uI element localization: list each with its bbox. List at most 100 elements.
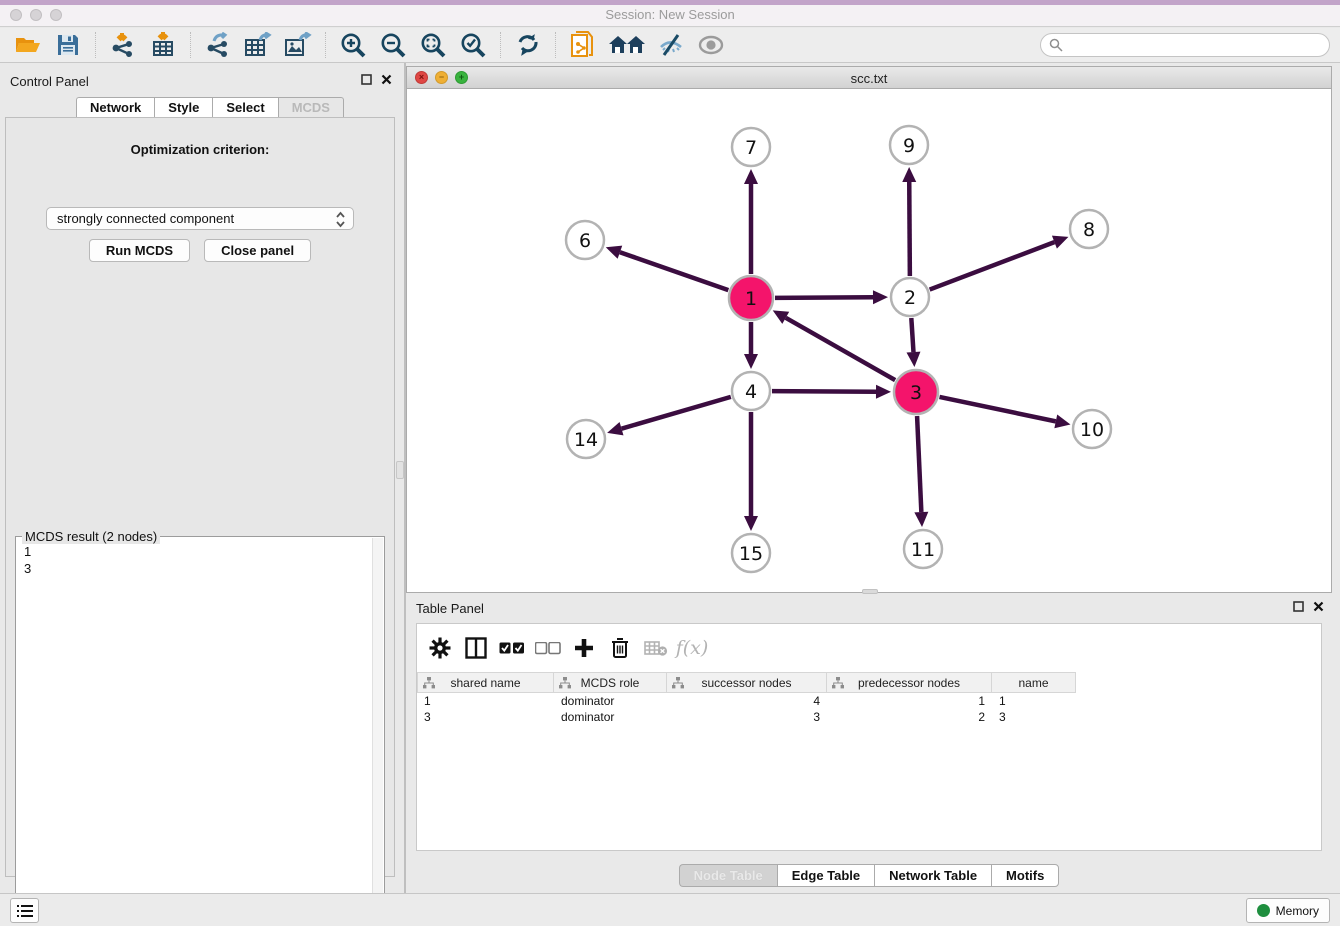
arrowhead-icon [607,422,623,435]
edge-2-3[interactable] [911,318,913,352]
network-window-titlebar[interactable]: × − + scc.txt [407,67,1331,89]
deselect-all-icon[interactable] [533,633,563,663]
table-cell[interactable]: 3 [992,709,1076,725]
hide-annotations-icon[interactable] [654,30,688,60]
search-box[interactable] [1040,33,1330,57]
memory-button[interactable]: Memory [1246,898,1330,923]
chevron-updown-icon [335,211,346,231]
run-mcds-button[interactable]: Run MCDS [89,239,190,262]
column-header-MCDS-role[interactable]: MCDS role [554,672,667,693]
table-row[interactable]: 3dominator323 [417,709,1321,725]
network-view-window: × − + scc.txt 7 9 6 8 1 2 4 3 14 10 15 11 [406,66,1332,593]
graph-node-6[interactable]: 6 [566,221,604,259]
tab-network[interactable]: Network [76,97,154,118]
gear-icon[interactable] [425,633,455,663]
graph-node-3[interactable]: 3 [894,370,938,414]
close-panel-icon[interactable] [381,74,392,85]
control-panel-title: Control Panel [10,74,89,89]
tab-select[interactable]: Select [212,97,277,118]
edge-3-1[interactable] [786,318,895,380]
graph-node-8[interactable]: 8 [1070,210,1108,248]
edge-3-11[interactable] [917,416,921,512]
float-panel-icon[interactable] [1293,601,1304,612]
close-panel-button[interactable]: Close panel [204,239,311,262]
export-network-icon[interactable] [201,30,235,60]
import-network-icon[interactable] [106,30,140,60]
graph-node-11[interactable]: 11 [904,530,942,568]
node-table-container: f(x) shared nameMCDS rolesuccessor nodes… [416,623,1322,851]
apply-layout-icon[interactable] [511,30,545,60]
optimization-criterion-dropdown[interactable]: strongly connected component [46,207,354,230]
svg-text:4: 4 [745,381,757,403]
svg-text:10: 10 [1080,419,1104,441]
graph-node-15[interactable]: 15 [732,534,770,572]
edge-2-8[interactable] [930,242,1055,289]
table-cell[interactable]: dominator [554,693,667,709]
result-scrollbar[interactable] [372,538,383,906]
edge-1-6[interactable] [620,252,728,290]
table-cell[interactable]: dominator [554,709,667,725]
open-session-icon[interactable] [11,30,45,60]
table-cell[interactable]: 1 [827,693,992,709]
table-cell[interactable]: 2 [827,709,992,725]
table-cell[interactable]: 4 [667,693,827,709]
zoom-in-icon[interactable] [336,30,370,60]
main-toolbar [0,28,1340,63]
table-cell[interactable]: 1 [417,693,554,709]
table-cell[interactable]: 1 [992,693,1076,709]
import-table-icon[interactable] [146,30,180,60]
tab-node-table[interactable]: Node Table [679,864,777,887]
edge-3-10[interactable] [939,397,1055,421]
column-header-predecessor-nodes[interactable]: predecessor nodes [827,672,992,693]
show-annotations-icon[interactable] [694,30,728,60]
tab-mcds[interactable]: MCDS [278,97,344,118]
network-canvas[interactable]: 7 9 6 8 1 2 4 3 14 10 15 11 [407,89,1331,592]
delete-icon[interactable] [605,633,635,663]
edge-4-14[interactable] [622,397,731,429]
clone-network-icon[interactable] [566,30,600,60]
tree-icon [672,677,684,689]
network-resize-grip[interactable] [862,589,878,594]
edge-2-9[interactable] [909,182,910,276]
export-image-icon[interactable] [281,30,315,60]
graph-node-1[interactable]: 1 [729,276,773,320]
column-header-name[interactable]: name [992,672,1076,693]
graph-node-14[interactable]: 14 [567,420,605,458]
graph-node-10[interactable]: 10 [1073,410,1111,448]
add-column-icon[interactable] [569,633,599,663]
edge-4-3[interactable] [772,391,876,392]
column-header-successor-nodes[interactable]: successor nodes [667,672,827,693]
toolbar-separator [190,32,191,58]
graph-node-2[interactable]: 2 [891,278,929,316]
select-all-icon[interactable] [497,633,527,663]
close-panel-icon[interactable] [1313,601,1324,612]
save-session-icon[interactable] [51,30,85,60]
table-cell[interactable]: 3 [417,709,554,725]
zoom-fit-icon[interactable] [416,30,450,60]
table-row[interactable]: 1dominator411 [417,693,1321,709]
split-view-icon[interactable] [461,633,491,663]
zoom-selected-icon[interactable] [456,30,490,60]
graph-node-9[interactable]: 9 [890,126,928,164]
graph-node-4[interactable]: 4 [732,372,770,410]
home-icon[interactable] [606,30,648,60]
function-builder-icon[interactable]: f(x) [677,633,707,663]
tab-edge-table[interactable]: Edge Table [777,864,874,887]
delete-table-icon[interactable] [641,633,671,663]
table-cell[interactable]: 3 [667,709,827,725]
toolbar-separator [325,32,326,58]
svg-text:15: 15 [739,543,763,565]
float-panel-icon[interactable] [361,74,372,85]
tab-network-table[interactable]: Network Table [874,864,991,887]
graph-node-7[interactable]: 7 [732,128,770,166]
node-table: shared nameMCDS rolesuccessor nodesprede… [417,672,1321,725]
search-input[interactable] [1067,36,1329,54]
column-header-shared-name[interactable]: shared name [417,672,554,693]
export-table-icon[interactable] [241,30,275,60]
task-history-button[interactable] [10,898,39,923]
zoom-out-icon[interactable] [376,30,410,60]
panel-splitter-handle[interactable] [396,461,404,479]
tab-motifs[interactable]: Motifs [991,864,1059,887]
edge-1-2[interactable] [775,297,873,298]
tab-style[interactable]: Style [154,97,212,118]
